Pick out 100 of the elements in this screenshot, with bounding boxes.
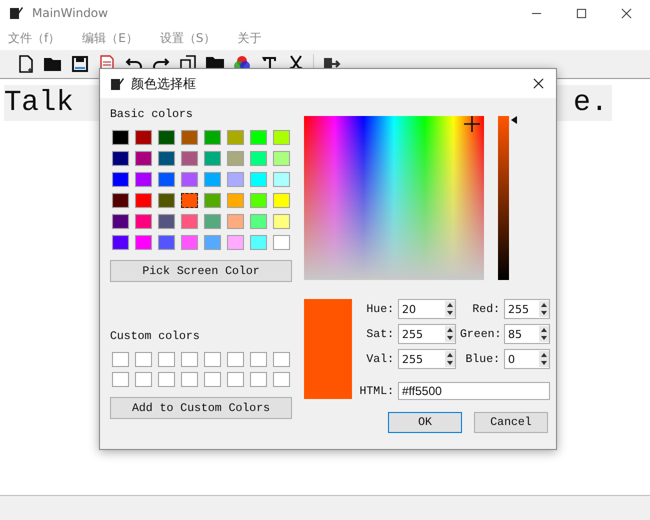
maximize-icon[interactable]	[576, 8, 587, 18]
custom-color-slot[interactable]	[227, 352, 244, 367]
spin-arrows-icon[interactable]	[445, 301, 455, 317]
color-swatch[interactable]	[273, 235, 290, 250]
color-swatch[interactable]	[227, 214, 244, 229]
color-swatch[interactable]	[112, 172, 129, 187]
color-swatch[interactable]	[112, 235, 129, 250]
field-label: Green:	[460, 328, 500, 340]
color-swatch[interactable]	[158, 214, 175, 229]
color-swatch[interactable]	[227, 172, 244, 187]
color-swatch[interactable]	[250, 193, 267, 208]
color-swatch[interactable]	[158, 130, 175, 145]
menu-item[interactable]: 关于	[237, 30, 262, 46]
color-swatch[interactable]	[181, 172, 198, 187]
color-swatch[interactable]	[227, 235, 244, 250]
new-file-icon[interactable]	[16, 54, 36, 74]
custom-color-slot[interactable]	[112, 352, 129, 367]
custom-color-slot[interactable]	[273, 352, 290, 367]
notepad-icon	[8, 5, 24, 21]
custom-color-slot[interactable]	[227, 372, 244, 387]
add-custom-color-button[interactable]: Add to Custom Colors	[110, 397, 292, 419]
color-swatch[interactable]	[250, 130, 267, 145]
field-label: Sat:	[365, 328, 394, 340]
color-swatch[interactable]	[273, 172, 290, 187]
color-swatch[interactable]	[273, 130, 290, 145]
color-swatch[interactable]	[181, 130, 198, 145]
value-slider[interactable]	[498, 116, 518, 280]
color-swatch[interactable]	[227, 151, 244, 166]
color-swatch[interactable]	[135, 172, 152, 187]
spin-arrows-icon[interactable]	[445, 351, 455, 367]
menu-item[interactable]: 编辑（E）	[82, 30, 138, 46]
spin-box[interactable]: 255	[398, 324, 456, 344]
color-spectrum[interactable]	[304, 116, 484, 280]
spin-box[interactable]: 255	[398, 349, 456, 369]
color-swatch[interactable]	[273, 193, 290, 208]
color-swatch[interactable]	[112, 151, 129, 166]
color-swatch[interactable]	[112, 193, 129, 208]
pick-screen-color-button[interactable]: Pick Screen Color	[110, 260, 292, 282]
custom-color-slot[interactable]	[273, 372, 290, 387]
dialog-button[interactable]: OK	[388, 412, 462, 433]
spin-box[interactable]: 85	[504, 324, 550, 344]
custom-color-slot[interactable]	[135, 372, 152, 387]
color-swatch[interactable]	[273, 214, 290, 229]
color-swatch[interactable]	[181, 235, 198, 250]
color-swatch[interactable]	[204, 130, 221, 145]
color-swatch[interactable]	[135, 214, 152, 229]
menu-item[interactable]: 设置（S）	[160, 30, 216, 46]
color-swatch[interactable]	[227, 130, 244, 145]
custom-color-slot[interactable]	[158, 372, 175, 387]
color-swatch[interactable]	[158, 172, 175, 187]
custom-color-slot[interactable]	[158, 352, 175, 367]
color-swatch[interactable]	[204, 172, 221, 187]
editor-text: Talk	[4, 85, 74, 121]
color-swatch[interactable]	[135, 193, 152, 208]
color-swatch[interactable]	[250, 172, 267, 187]
custom-color-slot[interactable]	[250, 352, 267, 367]
dialog-button[interactable]: Cancel	[474, 412, 548, 433]
slider-arrow-icon[interactable]	[511, 116, 517, 124]
close-icon[interactable]	[621, 8, 632, 18]
color-swatch[interactable]	[227, 193, 244, 208]
section-label: Custom colors	[110, 330, 201, 345]
custom-color-slot[interactable]	[135, 352, 152, 367]
color-swatch[interactable]	[181, 151, 198, 166]
color-swatch[interactable]	[135, 235, 152, 250]
color-swatch[interactable]	[204, 214, 221, 229]
field-label: HTML:	[358, 384, 394, 398]
color-swatch[interactable]	[158, 151, 175, 166]
custom-color-slot[interactable]	[204, 352, 221, 367]
spin-box[interactable]: 255	[504, 299, 550, 319]
color-swatch[interactable]	[250, 235, 267, 250]
save-icon[interactable]	[70, 54, 90, 74]
spin-arrows-icon[interactable]	[539, 301, 549, 317]
color-swatch[interactable]	[135, 151, 152, 166]
spin-arrows-icon[interactable]	[445, 326, 455, 342]
color-swatch[interactable]	[250, 214, 267, 229]
color-swatch[interactable]	[181, 193, 198, 208]
color-swatch[interactable]	[273, 151, 290, 166]
color-swatch[interactable]	[112, 130, 129, 145]
color-swatch[interactable]	[158, 193, 175, 208]
dialog-title: 颜色选择框	[131, 76, 196, 92]
spin-box[interactable]: 20	[398, 299, 456, 319]
custom-color-slot[interactable]	[112, 372, 129, 387]
color-swatch[interactable]	[135, 130, 152, 145]
close-icon[interactable]	[533, 78, 544, 89]
custom-color-slot[interactable]	[250, 372, 267, 387]
custom-color-slot[interactable]	[181, 372, 198, 387]
html-field[interactable]: #ff5500	[398, 382, 550, 400]
custom-color-slot[interactable]	[181, 352, 198, 367]
color-swatch[interactable]	[181, 214, 198, 229]
spin-arrows-icon[interactable]	[539, 351, 549, 367]
color-swatch[interactable]	[158, 235, 175, 250]
color-swatch[interactable]	[204, 193, 221, 208]
spin-arrows-icon[interactable]	[539, 326, 549, 342]
color-swatch[interactable]	[250, 151, 267, 166]
custom-color-slot[interactable]	[204, 372, 221, 387]
menu-item[interactable]: 文件（f）	[8, 30, 60, 46]
color-swatch[interactable]	[112, 214, 129, 229]
color-swatch[interactable]	[204, 151, 221, 166]
spin-box[interactable]: 0	[504, 349, 550, 369]
color-swatch[interactable]	[204, 235, 221, 250]
